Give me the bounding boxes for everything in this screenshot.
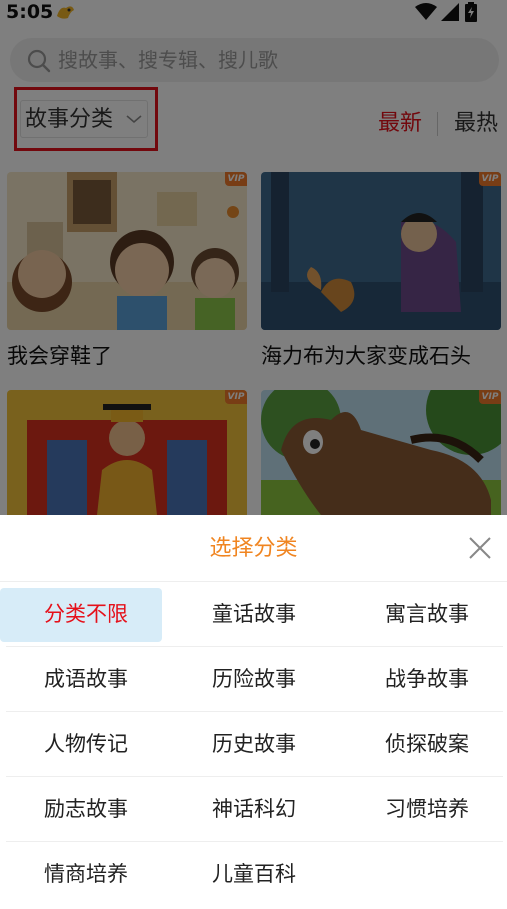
- category-option-label: 战争故事: [385, 667, 469, 691]
- category-row: 情商培养 儿童百科: [6, 842, 503, 907]
- category-option-label: 励志故事: [44, 797, 128, 821]
- category-option-label: 分类不限: [44, 602, 128, 626]
- category-option-label: 人物传记: [44, 732, 128, 756]
- close-icon[interactable]: [467, 535, 493, 561]
- category-option[interactable]: 分类不限: [0, 582, 166, 646]
- category-option-label: 童话故事: [212, 602, 296, 626]
- category-option[interactable]: 侦探破案: [347, 712, 507, 776]
- category-option-label: 历史故事: [212, 732, 296, 756]
- category-option[interactable]: 神话科幻: [174, 777, 334, 841]
- category-option[interactable]: 战争故事: [347, 647, 507, 711]
- category-option-label: 寓言故事: [385, 602, 469, 626]
- sheet-title: 选择分类: [209, 536, 298, 561]
- modal-backdrop[interactable]: [0, 0, 507, 515]
- category-option[interactable]: 习惯培养: [347, 777, 507, 841]
- category-row: 成语故事 历险故事 战争故事: [6, 647, 503, 712]
- category-option-label: 历险故事: [212, 667, 296, 691]
- category-option-label: 侦探破案: [385, 732, 469, 756]
- category-option-label: 成语故事: [44, 667, 128, 691]
- category-option[interactable]: 历史故事: [174, 712, 334, 776]
- category-option[interactable]: 情商培养: [6, 842, 166, 906]
- category-option[interactable]: 童话故事: [174, 582, 334, 646]
- category-option[interactable]: 励志故事: [6, 777, 166, 841]
- category-option[interactable]: 儿童百科: [174, 842, 334, 906]
- category-row: 分类不限 童话故事 寓言故事: [0, 582, 503, 647]
- category-option-label: 神话科幻: [212, 797, 296, 821]
- category-option[interactable]: 人物传记: [6, 712, 166, 776]
- category-option-label: 习惯培养: [385, 797, 469, 821]
- category-row: 人物传记 历史故事 侦探破案: [6, 712, 503, 777]
- category-option-label: 情商培养: [44, 862, 128, 886]
- category-option[interactable]: 历险故事: [174, 647, 334, 711]
- category-option-label: 儿童百科: [212, 862, 296, 886]
- category-option[interactable]: 成语故事: [6, 647, 166, 711]
- category-option[interactable]: 寓言故事: [347, 582, 507, 646]
- category-row: 励志故事 神话科幻 习惯培养: [6, 777, 503, 842]
- category-picker-sheet: 选择分类 分类不限 童话故事 寓言故事 成语故事 历险故事 战争故事 人物传记 …: [0, 515, 507, 909]
